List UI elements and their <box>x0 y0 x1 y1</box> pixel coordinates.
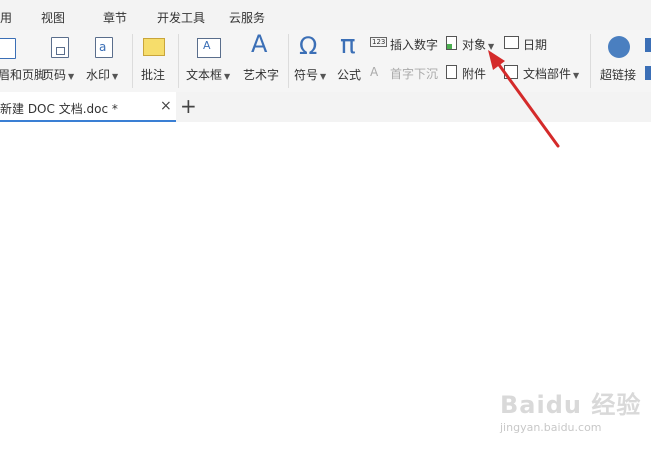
globe-icon <box>608 36 630 58</box>
hyperlink-label: 超链接 <box>600 68 637 82</box>
comment-label: 批注 <box>141 68 166 82</box>
text-box-label: 文本框 ▼ <box>186 68 231 82</box>
doc-parts-button[interactable]: 文档部件 ▼ <box>504 63 586 81</box>
menu-item-chapter[interactable]: 章节 <box>103 9 127 26</box>
close-icon[interactable]: × <box>160 98 172 114</box>
drop-cap-label: 首字下沉 <box>390 67 439 81</box>
date-label: 日期 <box>523 38 548 52</box>
comment-button[interactable]: 批注 <box>141 30 171 90</box>
text-box-button[interactable]: A 文本框 ▼ <box>186 30 234 90</box>
watermark-icon: a <box>95 37 113 58</box>
calendar-icon <box>504 36 519 49</box>
insert-number-button[interactable]: 123 插入数字 <box>370 34 440 52</box>
menu-item-developer[interactable]: 开发工具 <box>157 9 205 26</box>
header-footer-button[interactable]: 眉和页脚 <box>0 30 46 90</box>
header-footer-icon <box>0 38 16 59</box>
object-label: 对象 ▼ <box>462 38 495 52</box>
separator <box>288 34 289 88</box>
formula-button[interactable]: π 公式 <box>337 30 367 90</box>
document-tab-bar: 新建 DOC 文档.doc * × + <box>0 92 651 122</box>
pi-icon: π <box>340 30 356 60</box>
separator <box>590 34 591 88</box>
document-tab[interactable]: 新建 DOC 文档.doc * × <box>0 92 176 122</box>
page-number-button[interactable]: 页码 ▼ <box>42 30 82 90</box>
attachment-label: 附件 <box>462 67 487 81</box>
attachment-button[interactable]: 附件 <box>446 63 496 81</box>
watermark-url: jingyan.baidu.com <box>500 421 602 434</box>
formula-label: 公式 <box>337 68 362 82</box>
comment-icon <box>143 38 165 56</box>
drop-cap-icon: A <box>370 65 379 79</box>
insert-number-label: 插入数字 <box>390 38 439 52</box>
header-footer-label: 眉和页脚 <box>0 68 47 82</box>
new-tab-icon[interactable]: + <box>180 94 197 118</box>
doc-parts-label: 文档部件 ▼ <box>523 67 580 81</box>
page-number-label: 页码 ▼ <box>42 68 75 82</box>
object-icon <box>446 36 457 50</box>
menu-item-view[interactable]: 视图 <box>41 9 65 26</box>
watermark-button[interactable]: a 水印 ▼ <box>86 30 126 90</box>
hyperlink-button[interactable]: 超链接 <box>600 30 644 90</box>
drop-cap-button[interactable]: A 首字下沉 <box>370 63 440 81</box>
page-number-icon <box>51 37 69 58</box>
separator <box>178 34 179 88</box>
watermark-logo-text: Baidu 经验 <box>500 391 642 419</box>
symbol-label: 符号 ▼ <box>294 68 327 82</box>
word-art-button[interactable]: A 艺术字 <box>243 30 283 90</box>
object-button[interactable]: 对象 ▼ <box>446 34 501 52</box>
date-button[interactable]: 日期 <box>504 34 554 52</box>
menu-item-reference[interactable]: 引用 <box>0 9 12 26</box>
menu-item-cloud[interactable]: 云服务 <box>229 9 265 26</box>
ribbon-toolbar: 眉和页脚 页码▼ a 水印▼ 批注 A 文本框▼ A 艺术字 Ω 符号▼ <box>0 30 651 92</box>
text-box-icon: A <box>197 38 221 58</box>
omega-icon: Ω <box>299 32 318 60</box>
document-tab-title: 新建 DOC 文档.doc * <box>0 102 118 116</box>
attachment-icon <box>446 65 457 79</box>
separator <box>132 34 133 88</box>
symbol-button[interactable]: Ω 符号 ▼ <box>294 30 330 90</box>
word-art-icon: A <box>251 30 268 58</box>
menu-bar: 引用 视图 章节 开发工具 云服务 <box>0 0 651 30</box>
word-art-label: 艺术字 <box>243 68 280 82</box>
number-icon: 123 <box>370 37 388 47</box>
watermark-label: 水印 ▼ <box>86 68 119 82</box>
cross-ref-icon[interactable] <box>645 66 651 80</box>
doc-parts-icon <box>504 65 518 79</box>
bookmark-icon[interactable] <box>645 38 651 52</box>
